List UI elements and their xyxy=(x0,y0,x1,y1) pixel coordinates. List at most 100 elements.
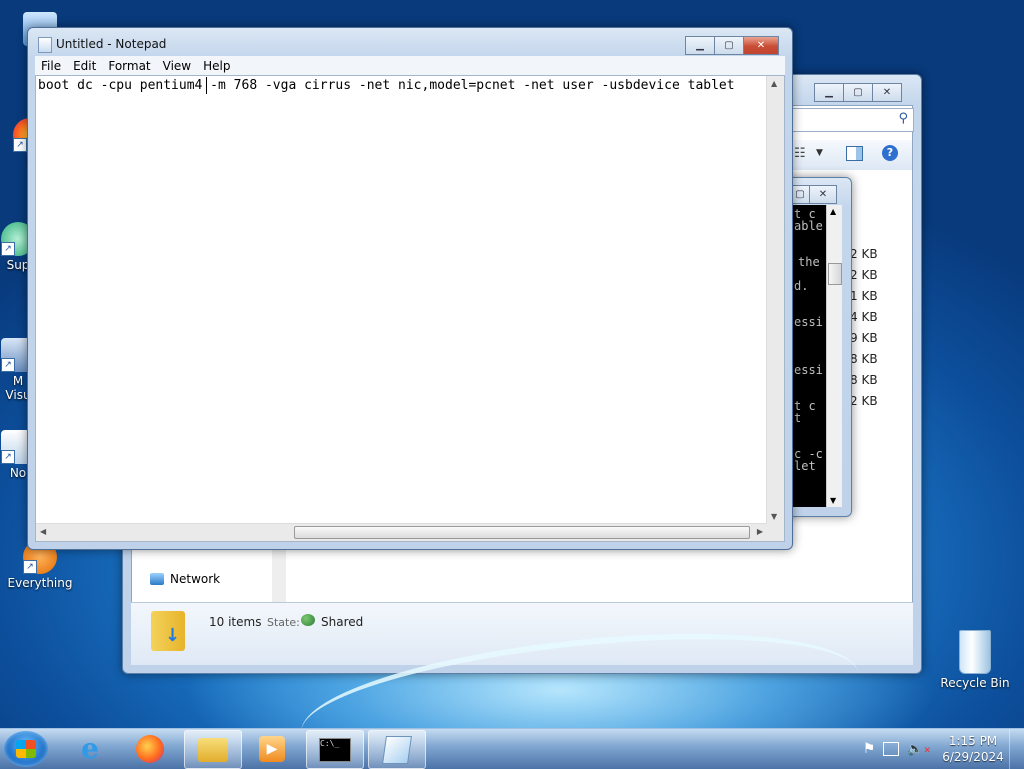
scroll-down-arrow-icon[interactable]: ▼ xyxy=(830,496,836,505)
maximize-button[interactable]: ▢ xyxy=(843,83,873,102)
nav-item-network[interactable]: Network xyxy=(150,572,220,586)
shortcut-arrow-icon: ↗ xyxy=(13,138,27,152)
preview-pane-icon[interactable] xyxy=(846,146,863,161)
explorer-toolbar: ☷ ▼ ? xyxy=(788,140,912,170)
taskbar: e ▶ C:\_ ⚑ 🔈✕ 1:15 PM 6/29/2024 xyxy=(0,728,1024,769)
cmd-caption-buttons: ▢ ✕ xyxy=(790,185,837,204)
desktop-icon-label: No xyxy=(9,466,27,480)
vertical-scrollbar[interactable]: ▲ ▼ xyxy=(766,76,784,524)
menu-edit[interactable]: Edit xyxy=(67,59,102,73)
shared-users-icon xyxy=(301,614,315,626)
menu-file[interactable]: File xyxy=(35,59,67,73)
recycle-bin-icon xyxy=(959,630,991,674)
action-center-flag-icon[interactable]: ⚑ xyxy=(863,741,876,757)
firefox-icon xyxy=(136,734,164,763)
scroll-left-arrow-icon[interactable]: ◀ xyxy=(40,527,46,536)
file-size: 2 KB xyxy=(850,268,878,282)
items-count: 10 items xyxy=(209,615,262,629)
nav-item-label: Network xyxy=(170,572,221,586)
cmd-line: able xyxy=(794,219,823,233)
scroll-down-arrow-icon[interactable]: ▼ xyxy=(771,512,777,521)
explorer-search-box[interactable]: ⚲ xyxy=(788,108,914,132)
cmd-scrollbar[interactable]: ▲ ▼ xyxy=(826,205,842,507)
help-icon[interactable]: ? xyxy=(882,145,898,161)
shortcut-arrow-icon: ↗ xyxy=(1,450,15,464)
text-editor[interactable]: boot dc -cpu pentium4 -m 768 -vga cirrus… xyxy=(35,75,785,542)
file-size: 8 KB xyxy=(850,352,878,366)
scroll-up-arrow-icon[interactable]: ▲ xyxy=(771,79,777,88)
notepad-app-icon xyxy=(38,37,52,53)
maximize-button[interactable]: ▢ xyxy=(790,185,810,204)
file-size: 1 KB xyxy=(850,289,878,303)
file-size: 9 KB xyxy=(850,331,878,345)
start-button[interactable] xyxy=(4,731,48,767)
file-size: 4 KB xyxy=(850,310,878,324)
taskbar-media-player[interactable]: ▶ xyxy=(244,730,300,767)
explorer-details-pane: ↓ 10 items State: Shared xyxy=(131,602,913,665)
state-label: State: xyxy=(267,616,300,629)
taskbar-firefox[interactable] xyxy=(122,730,178,767)
window-title: Untitled - Notepad xyxy=(56,37,167,51)
clock-date: 6/29/2024 xyxy=(942,750,1004,764)
menu-view[interactable]: View xyxy=(157,59,197,73)
cmd-line: let xyxy=(794,459,816,473)
volume-muted-icon[interactable]: 🔈✕ xyxy=(907,742,931,757)
close-button[interactable]: ✕ xyxy=(809,185,837,204)
scroll-thumb[interactable] xyxy=(828,263,842,285)
scroll-right-arrow-icon[interactable]: ▶ xyxy=(757,527,763,536)
file-size: 2 KB xyxy=(850,394,878,408)
media-player-icon: ▶ xyxy=(259,735,285,762)
folder-icon xyxy=(198,737,228,762)
state-value: Shared xyxy=(321,615,364,629)
minimize-button[interactable]: ▁ xyxy=(685,36,715,55)
scroll-up-arrow-icon[interactable]: ▲ xyxy=(830,207,836,216)
taskbar-cmd[interactable]: C:\_ xyxy=(306,730,364,769)
windows-logo-icon xyxy=(16,740,36,758)
network-icon xyxy=(150,573,164,585)
text-cursor-ibeam-icon xyxy=(206,77,207,94)
shortcut-arrow-icon: ↗ xyxy=(1,358,15,372)
cmd-line: essi xyxy=(794,315,823,329)
clock-time: 1:15 PM xyxy=(948,734,998,748)
scroll-thumb[interactable] xyxy=(294,526,750,539)
cmd-output: t c able the d. essi essi t c t c -c let xyxy=(790,205,826,507)
maximize-button[interactable]: ▢ xyxy=(714,36,744,55)
menu-help[interactable]: Help xyxy=(197,59,236,73)
search-icon: ⚲ xyxy=(898,111,908,126)
system-tray: ⚑ 🔈✕ 1:15 PM 6/29/2024 xyxy=(863,729,1024,769)
desktop-icon-recycle-bin[interactable]: Recycle Bin xyxy=(935,630,1015,690)
cmd-line: essi xyxy=(794,363,823,377)
close-button[interactable]: ✕ xyxy=(743,36,779,55)
network-icon[interactable] xyxy=(883,742,900,756)
desktop-icon-label: Sup xyxy=(6,258,30,272)
size-grip[interactable] xyxy=(767,524,784,541)
shortcut-arrow-icon: ↗ xyxy=(1,242,15,256)
desktop-icon-label: Recycle Bin xyxy=(940,676,1010,690)
taskbar-ie[interactable]: e xyxy=(62,730,118,767)
minimize-button[interactable]: ▁ xyxy=(814,83,844,102)
view-options-icon[interactable]: ☷ xyxy=(794,146,806,161)
notepad-icon xyxy=(382,735,412,764)
file-size: 8 KB xyxy=(850,373,878,387)
file-size: 2 KB xyxy=(850,247,878,261)
cmd-line: d. xyxy=(794,279,809,293)
explorer-caption-buttons: ▁ ▢ ✕ xyxy=(814,83,902,102)
horizontal-scrollbar[interactable]: ◀ ▶ xyxy=(36,523,767,541)
desktop-icon-label: Everything xyxy=(7,576,73,590)
clock[interactable]: 1:15 PM 6/29/2024 xyxy=(937,733,1009,765)
command-prompt-icon: C:\_ xyxy=(319,737,351,762)
notepad-window[interactable]: Untitled - Notepad ▁ ▢ ✕ File Edit Forma… xyxy=(27,27,793,550)
chevron-down-icon[interactable]: ▼ xyxy=(816,148,823,158)
close-button[interactable]: ✕ xyxy=(872,83,902,102)
cmd-line: the xyxy=(798,255,820,269)
editor-text[interactable]: boot dc -cpu pentium4 -m 768 -vga cirrus… xyxy=(38,78,735,93)
taskbar-notepad[interactable] xyxy=(368,730,426,769)
folder-icon: ↓ xyxy=(151,611,185,651)
show-desktop-button[interactable] xyxy=(1009,729,1024,769)
desktop: Co ↗ F ↗ Sup ↗ M Visu ↗ No ↗ Everything … xyxy=(0,0,1024,728)
menu-bar: File Edit Format View Help xyxy=(35,56,785,75)
taskbar-explorer[interactable] xyxy=(184,730,242,769)
menu-format[interactable]: Format xyxy=(102,59,156,73)
notepad-caption-buttons: ▁ ▢ ✕ xyxy=(685,36,779,55)
internet-explorer-icon: e xyxy=(81,732,99,765)
